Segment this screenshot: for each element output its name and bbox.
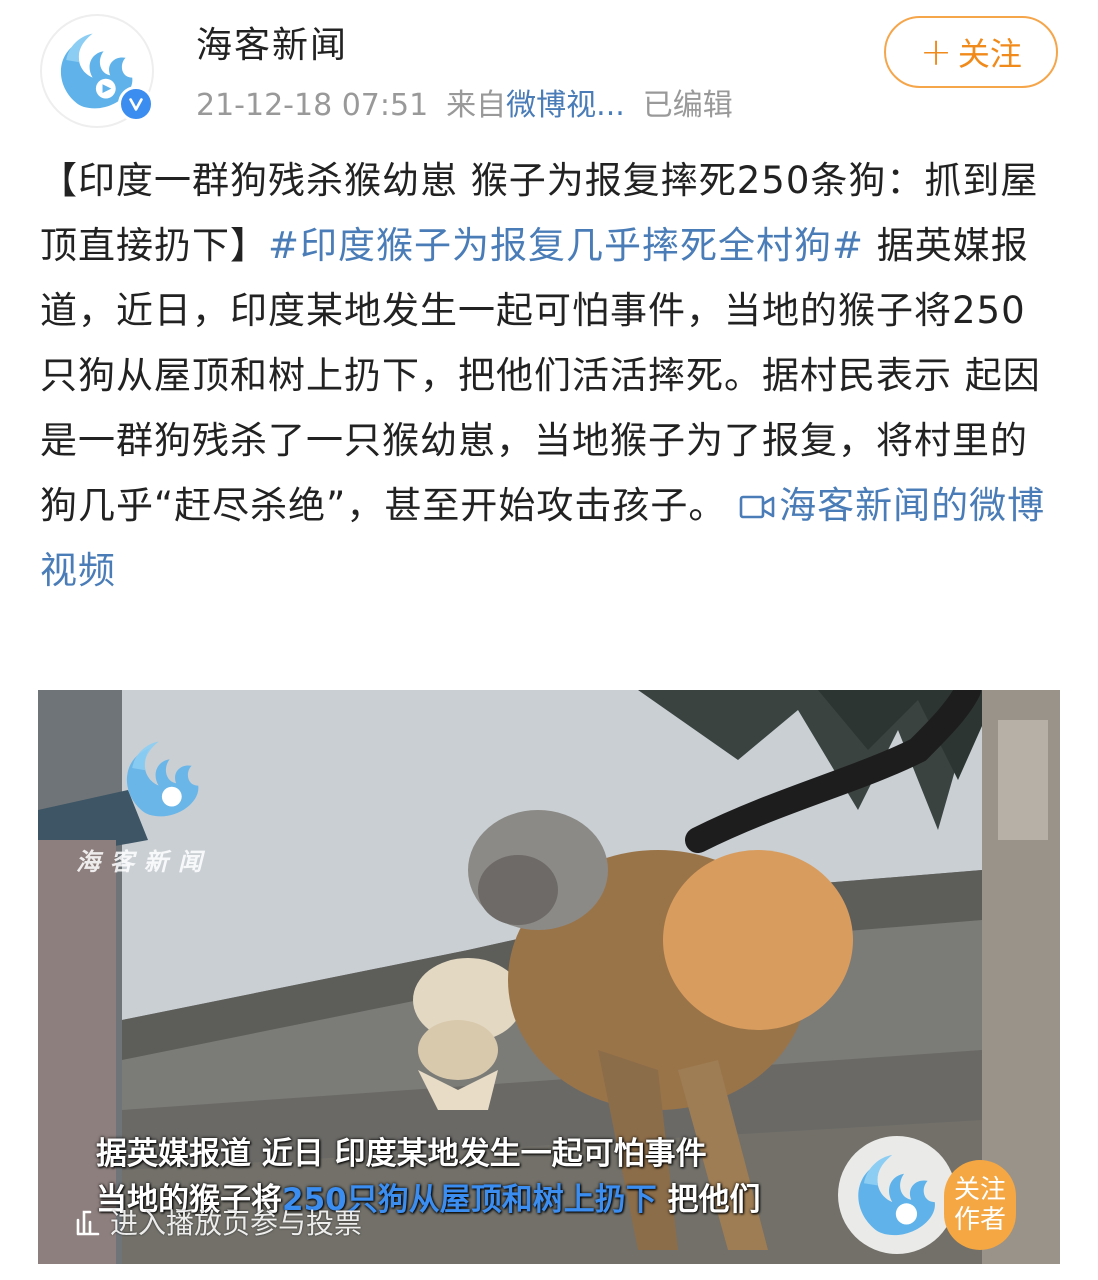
subtitle-part-c: 把他们 — [667, 1182, 761, 1218]
vote-hint[interactable]: 进入播放页参与投票 — [74, 1202, 362, 1242]
video-player[interactable]: 海客新闻 据英媒报道 近日 印度某地发生一起可怕事件 当地的猴子将250只狗从屋… — [38, 690, 1060, 1264]
follow-author-line1: 关注 — [953, 1175, 1006, 1205]
verified-badge — [118, 86, 154, 122]
hashtag-link[interactable]: #印度猴子为报复几乎摔死全村狗# — [268, 224, 864, 267]
follow-author-button[interactable]: 关注 作者 — [944, 1160, 1016, 1250]
author-avatar[interactable] — [838, 1136, 956, 1254]
video-camera-icon — [739, 495, 775, 519]
watermark-logo-icon — [126, 741, 199, 817]
plus-icon: + — [920, 30, 952, 74]
video-watermark: 海客新闻 — [76, 848, 212, 876]
follow-button[interactable]: + 关注 — [884, 16, 1058, 88]
video-subtitle-line1: 据英媒报道 近日 印度某地发生一起可怕事件 — [96, 1136, 707, 1172]
haike-logo-icon — [858, 1154, 935, 1236]
post-text: 【印度一群狗残杀猴幼崽 猴子为报复摔死250条狗：抓到屋顶直接扔下】#印度猴子为… — [40, 148, 1060, 603]
post-timestamp: 21-12-18 07:51 — [196, 88, 429, 123]
follow-label: 关注 — [957, 35, 1022, 73]
post-body: 据英媒报道，近日，印度某地发生一起可怕事件，当地的猴子将250只狗从屋顶和树上扔… — [40, 224, 1041, 527]
follow-author-line2: 作者 — [953, 1205, 1006, 1235]
vote-icon — [76, 1210, 100, 1236]
edited-label: 已编辑 — [642, 88, 733, 123]
vote-hint-label: 进入播放页参与投票 — [110, 1207, 363, 1240]
source-prefix: 来自 — [446, 88, 507, 123]
verified-v-icon — [129, 98, 143, 111]
account-name[interactable]: 海客新闻 — [196, 16, 348, 68]
avatar[interactable] — [40, 14, 154, 128]
source-link[interactable]: 微博视... — [506, 88, 625, 123]
post-meta: 21-12-18 07:51 来自微博视... 已编辑 — [196, 80, 733, 124]
